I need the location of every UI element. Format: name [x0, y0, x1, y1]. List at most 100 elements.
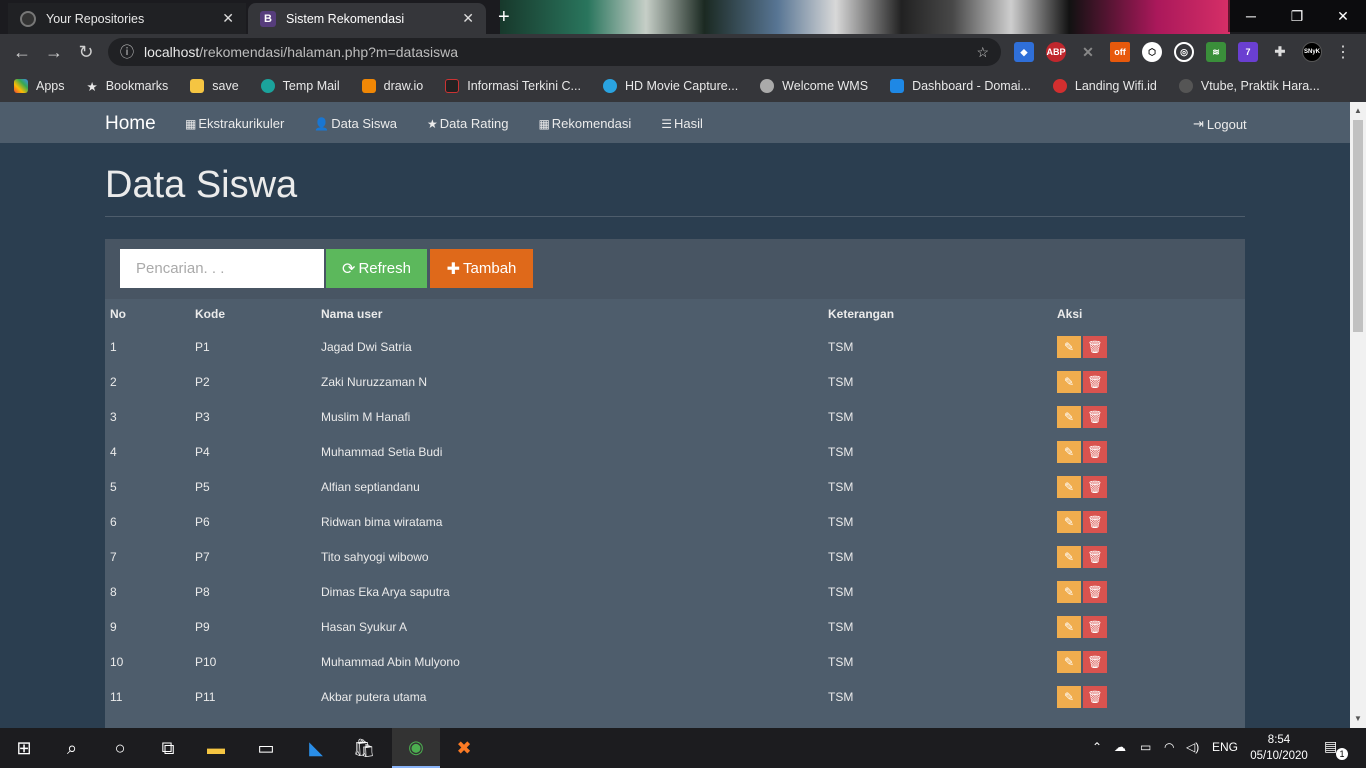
edit-icon[interactable]: ✎: [1057, 685, 1081, 708]
circle-extension-icon[interactable]: ◎: [1174, 42, 1194, 62]
restore-button[interactable]: ❐: [1274, 0, 1320, 32]
xampp-icon[interactable]: ✖: [440, 728, 488, 768]
cell-aksi: ✎ 🗑: [1052, 364, 1245, 399]
adblock-icon[interactable]: ABP: [1046, 42, 1066, 62]
info-icon[interactable]: ⓘ: [120, 42, 134, 62]
wifi-icon: [1052, 79, 1067, 93]
trash-icon[interactable]: 🗑: [1083, 405, 1107, 428]
vscode-icon[interactable]: ◣: [292, 728, 340, 768]
nav-data-rating[interactable]: ★ Data Rating: [427, 116, 508, 131]
search-input[interactable]: [120, 249, 324, 288]
bookmark-welcome-wms[interactable]: Welcome WMS: [760, 79, 868, 93]
bookmark-hd-movie[interactable]: HD Movie Capture...: [602, 79, 738, 93]
tab-sistem-rekomendasi[interactable]: B Sistem Rekomendasi ✕: [248, 3, 486, 34]
search-icon[interactable]: ⌕: [48, 728, 96, 768]
bookmark-drawio[interactable]: draw.io: [361, 79, 423, 93]
scroll-thumb[interactable]: [1353, 120, 1363, 332]
trash-icon[interactable]: 🗑: [1083, 475, 1107, 498]
bookmark-bookmarks[interactable]: ★ Bookmarks: [87, 79, 169, 94]
close-icon[interactable]: ✕: [462, 10, 474, 27]
tab-your-repositories[interactable]: Your Repositories ✕: [8, 3, 246, 34]
task-view-icon[interactable]: ⧉: [144, 728, 192, 768]
nav-ekstrakurikuler[interactable]: ▦ Ekstrakurikuler: [185, 116, 284, 131]
bookmark-save[interactable]: save: [190, 79, 239, 93]
minimize-button[interactable]: ─: [1228, 0, 1274, 32]
file-explorer-icon[interactable]: ▬: [192, 728, 240, 768]
reload-icon[interactable]: ↻: [70, 42, 102, 63]
cell-nama: Akbar putera utama: [321, 689, 427, 704]
address-bar[interactable]: ⓘ localhost/rekomendasi/halaman.php?m=da…: [108, 38, 1001, 66]
menu-icon[interactable]: ⋮: [1335, 42, 1351, 62]
box-extension-icon[interactable]: ⬡: [1142, 42, 1162, 62]
cell-keterangan: TSM: [828, 339, 854, 354]
edit-icon[interactable]: ✎: [1057, 475, 1081, 498]
trash-icon[interactable]: 🗑: [1083, 545, 1107, 568]
x-extension-icon[interactable]: ✕: [1078, 42, 1098, 62]
close-window-button[interactable]: ✕: [1320, 0, 1366, 32]
scroll-down-icon[interactable]: ▼: [1354, 714, 1362, 723]
edit-icon[interactable]: ✎: [1057, 650, 1081, 673]
snyk-extension-icon[interactable]: SNyK: [1302, 42, 1322, 62]
bookmark-apps[interactable]: Apps: [14, 79, 65, 93]
edit-icon[interactable]: ✎: [1057, 615, 1081, 638]
clock[interactable]: 8:54 05/10/2020: [1248, 732, 1310, 764]
trash-icon[interactable]: 🗑: [1083, 370, 1107, 393]
students-table: No Kode Nama user Keterangan Aksi 1 P1 Jag…: [105, 299, 1245, 714]
close-icon[interactable]: ✕: [222, 10, 234, 27]
add-button[interactable]: ✚ Tambah: [430, 249, 533, 288]
new-tab-button[interactable]: +: [498, 6, 510, 29]
edit-icon[interactable]: ✎: [1057, 440, 1081, 463]
badge-extension-icon[interactable]: 7: [1238, 42, 1258, 62]
nav-data-siswa[interactable]: 👤 Data Siswa: [314, 116, 397, 131]
bookmark-star-icon[interactable]: ☆: [976, 44, 989, 61]
volume-icon[interactable]: ◁): [1186, 740, 1199, 754]
nav-rekomendasi[interactable]: ▦ Rekomendasi: [538, 116, 631, 131]
trash-icon[interactable]: 🗑: [1083, 615, 1107, 638]
logout-link[interactable]: ⇥ Logout: [1193, 116, 1247, 132]
nav-hasil[interactable]: ☰ Hasil: [661, 116, 703, 131]
cortana-icon[interactable]: ○: [96, 728, 144, 768]
layers-extension-icon[interactable]: ≋: [1206, 42, 1226, 62]
trash-icon[interactable]: 🗑: [1083, 335, 1107, 358]
cell-kode: P10: [195, 654, 217, 669]
page-scrollbar[interactable]: ▲ ▼: [1350, 102, 1366, 728]
back-icon[interactable]: ←: [6, 42, 38, 63]
chevron-up-icon[interactable]: ⌃: [1092, 740, 1102, 754]
puzzle-icon[interactable]: ✚: [1270, 42, 1290, 62]
cell-nama: Dimas Eka Arya saputra: [321, 584, 450, 599]
cell-nama: Zaki Nuruzzaman N: [321, 374, 428, 389]
off-extension-icon[interactable]: off: [1110, 42, 1130, 62]
battery-icon[interactable]: ▭: [1140, 740, 1151, 754]
chrome-icon[interactable]: ◉: [392, 728, 440, 768]
edit-icon[interactable]: ✎: [1057, 370, 1081, 393]
edit-icon[interactable]: ✎: [1057, 335, 1081, 358]
bookmark-dashboard[interactable]: Dashboard - Domai...: [890, 79, 1031, 93]
store-icon[interactable]: 🛍: [340, 728, 388, 768]
scroll-up-icon[interactable]: ▲: [1354, 106, 1362, 115]
trash-icon[interactable]: 🗑: [1083, 440, 1107, 463]
refresh-icon: ⟳: [342, 260, 356, 278]
edit-icon[interactable]: ✎: [1057, 405, 1081, 428]
bookmark-temp-mail[interactable]: Temp Mail: [260, 79, 340, 93]
bookmark-vtube[interactable]: Vtube, Praktik Hara...: [1178, 79, 1320, 93]
onedrive-icon[interactable]: ☁: [1114, 740, 1126, 754]
forward-icon[interactable]: →: [38, 42, 70, 63]
refresh-button[interactable]: ⟳ Refresh: [326, 249, 427, 288]
edit-icon[interactable]: ✎: [1057, 510, 1081, 533]
windows-start-icon[interactable]: ⊞: [0, 728, 48, 768]
edit-icon[interactable]: ✎: [1057, 545, 1081, 568]
navbar-brand[interactable]: Home: [105, 113, 156, 135]
language-indicator[interactable]: ENG: [1212, 740, 1238, 754]
extension-icon[interactable]: ◆: [1014, 42, 1034, 62]
col-no: No: [110, 307, 126, 321]
cell-no: 4: [110, 444, 117, 459]
trash-icon[interactable]: 🗑: [1083, 650, 1107, 673]
trash-icon[interactable]: 🗑: [1083, 580, 1107, 603]
edit-icon[interactable]: ✎: [1057, 580, 1081, 603]
bookmark-informasi[interactable]: Informasi Terkini C...: [445, 79, 581, 93]
trash-icon[interactable]: 🗑: [1083, 510, 1107, 533]
bookmark-landing-wifi[interactable]: Landing Wifi.id: [1052, 79, 1157, 93]
wifi-icon[interactable]: ◠: [1164, 740, 1174, 754]
terminal-icon[interactable]: ▭: [242, 728, 290, 768]
trash-icon[interactable]: 🗑: [1083, 685, 1107, 708]
